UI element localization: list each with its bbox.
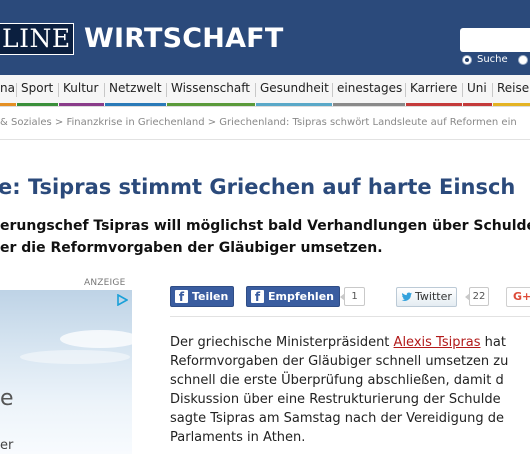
- facebook-icon: f: [175, 290, 188, 304]
- search-radio-site-label: Suche: [477, 54, 508, 65]
- nav-item-sport[interactable]: Sport: [17, 75, 58, 107]
- headline-kicker: e:: [0, 175, 28, 199]
- body-line: sagte Tsipras am Samstag nach der Vereid…: [170, 411, 504, 426]
- ad-text-small: er: [0, 438, 14, 453]
- facebook-recommend-label: Empfehlen: [268, 290, 334, 303]
- facebook-icon: f: [251, 290, 264, 304]
- site-logo[interactable]: LINE: [0, 23, 74, 55]
- twitter-label: Twitter: [415, 290, 452, 303]
- person-link[interactable]: Alexis Tsipras: [394, 335, 481, 350]
- body-line: Parlaments in Athen.: [170, 430, 306, 445]
- nav-color-bar: [333, 103, 405, 106]
- article-teaser: erungschef Tsipras will möglichst bald V…: [0, 215, 530, 259]
- body-text: hat: [480, 335, 506, 350]
- logo-text: LINE: [0, 24, 73, 54]
- twitter-button[interactable]: Twitter: [396, 287, 457, 307]
- nav-item-label: Wissenschaft: [171, 81, 250, 95]
- body-text: Der griechische Ministerpräsident: [170, 335, 394, 350]
- article-body: Der griechische Ministerpräsident Alexis…: [170, 333, 530, 447]
- nav-item-label: Karriere: [410, 81, 458, 95]
- ad-cloud: [60, 330, 132, 348]
- twitter-bird-icon: [401, 288, 413, 308]
- twitter-count: 22: [465, 287, 489, 306]
- body-line: schnell die erste Überprüfung abschließe…: [170, 373, 504, 388]
- nav-item-label: Uni: [467, 81, 487, 95]
- search-input[interactable]: [460, 28, 530, 52]
- ad-text: e: [0, 386, 14, 411]
- google-plus-button[interactable]: G+: [506, 287, 530, 307]
- nav-item-label: Reise: [497, 81, 530, 95]
- nav-color-bar: [167, 103, 255, 106]
- divider: [0, 139, 530, 140]
- google-plus-label: G+: [513, 290, 530, 303]
- ad-label: ANZEIGE: [84, 278, 126, 288]
- main-nav: na Sport Kultur Netzwelt Wissenschaft Ge…: [0, 75, 530, 107]
- nav-item-wissenschaft[interactable]: Wissenschaft: [167, 75, 255, 107]
- nav-item-kultur[interactable]: Kultur: [59, 75, 104, 107]
- teaser-line: erungschef Tsipras will möglichst bald V…: [0, 218, 530, 234]
- facebook-recommend-button[interactable]: f Empfehlen: [246, 286, 340, 307]
- ad-banner[interactable]: e: [0, 290, 132, 454]
- body-line: Der griechische Ministerpräsident Alexis…: [170, 333, 530, 352]
- nav-item-label: Gesundheit: [260, 81, 329, 95]
- nav-color-bar: [17, 103, 58, 106]
- nav-item-uni[interactable]: Uni: [463, 75, 492, 107]
- nav-item-panorama[interactable]: na: [0, 75, 16, 107]
- site-header: LINE WIRTSCHAFT Suche: [0, 0, 530, 75]
- nav-item-netzwelt[interactable]: Netzwelt: [105, 75, 166, 107]
- body-line: Reformvorgaben der Gläubiger schnell ums…: [170, 354, 509, 369]
- section-title[interactable]: WIRTSCHAFT: [84, 22, 283, 56]
- nav-item-reise[interactable]: Reise: [493, 75, 530, 107]
- nav-color-bar: [0, 103, 16, 106]
- nav-item-karriere[interactable]: Karriere: [406, 75, 462, 107]
- body-line: Diskussion über eine Restrukturierung de…: [170, 392, 501, 407]
- adchoices-icon[interactable]: [116, 293, 129, 307]
- teaser-line: er die Reformvorgaben der Gläubiger umse…: [0, 240, 383, 256]
- nav-item-label: Kultur: [63, 81, 99, 95]
- nav-color-bar: [406, 103, 462, 106]
- headline-title: Tsipras stimmt Griechen auf harte Einsch: [27, 175, 516, 199]
- facebook-count: 1: [340, 287, 365, 306]
- breadcrumb[interactable]: & Soziales > Finanzkrise in Griechenland…: [0, 117, 517, 128]
- divider: [170, 316, 530, 317]
- share-bar: f Teilen f Empfehlen 1 Twitter 22 G+: [170, 286, 530, 310]
- nav-color-bar: [463, 103, 492, 106]
- nav-item-label: na: [0, 81, 15, 95]
- ad-cloud: [20, 350, 130, 364]
- search-radio-web[interactable]: [518, 55, 528, 65]
- nav-color-bar: [105, 103, 166, 106]
- search-radio-site[interactable]: [462, 55, 472, 65]
- nav-item-gesundheit[interactable]: Gesundheit: [256, 75, 332, 107]
- facebook-share-button[interactable]: f Teilen: [170, 286, 235, 307]
- nav-color-bar: [493, 103, 530, 106]
- nav-item-label: Netzwelt: [109, 81, 162, 95]
- nav-color-bar: [59, 103, 104, 106]
- facebook-share-label: Teilen: [192, 290, 229, 303]
- nav-item-label: einestages: [337, 81, 403, 95]
- nav-color-bar: [256, 103, 332, 106]
- nav-item-label: Sport: [21, 81, 54, 95]
- nav-item-einestages[interactable]: einestages: [333, 75, 405, 107]
- article-headline: e: Tsipras stimmt Griechen auf harte Ein…: [0, 175, 515, 199]
